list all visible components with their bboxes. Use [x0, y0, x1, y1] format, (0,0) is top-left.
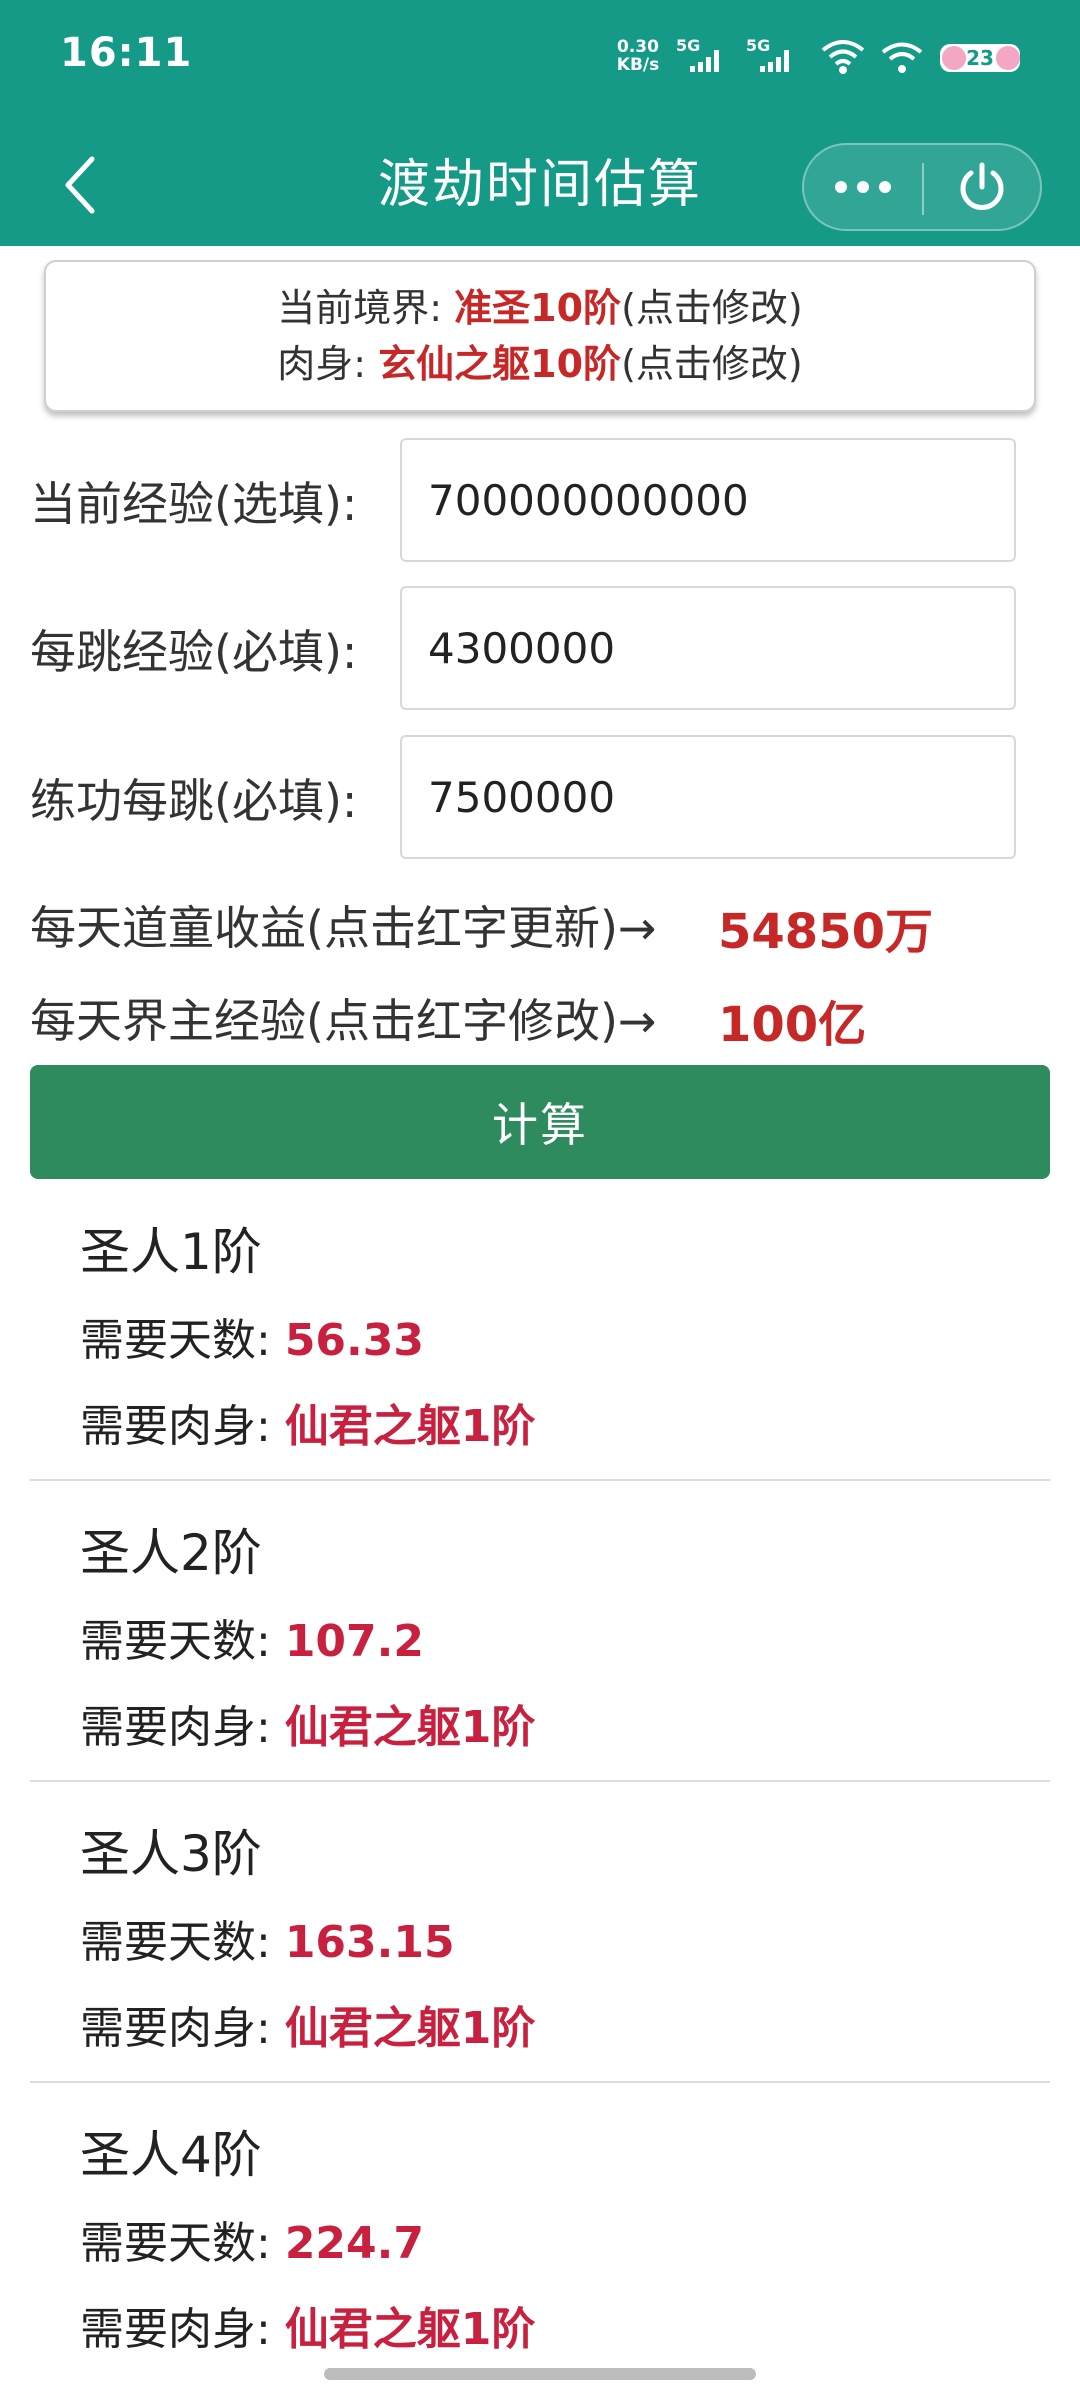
list-item: 圣人1阶 需要天数: 56.33 需要肉身: 仙君之躯1阶	[30, 1180, 1050, 1481]
result-body: 需要肉身: 仙君之躯1阶	[80, 2003, 536, 2054]
battery-decoration-icon	[996, 46, 1020, 70]
current-exp-label: 当前经验(选填):	[30, 477, 358, 531]
result-body: 需要肉身: 仙君之躯1阶	[80, 1702, 536, 1753]
wifi-icon	[821, 40, 865, 74]
list-item: 圣人2阶 需要天数: 107.2 需要肉身: 仙君之躯1阶	[30, 1481, 1050, 1782]
result-body: 需要肉身: 仙君之躯1阶	[80, 1401, 536, 1452]
jiezhu-exp-value[interactable]: 100亿	[718, 985, 866, 1055]
list-item: 圣人3阶 需要天数: 163.15 需要肉身: 仙君之躯1阶	[30, 1782, 1050, 2083]
result-title: 圣人4阶	[80, 2126, 262, 2184]
body-realm-line[interactable]: 肉身: 玄仙之躯10阶(点击修改)	[46, 336, 1034, 392]
result-days: 需要天数: 56.33	[80, 1315, 424, 1366]
wifi-hotspot-icon	[881, 42, 923, 73]
result-days: 需要天数: 107.2	[80, 1616, 424, 1667]
status-bar: 16:11 0.30 KB/s 5G 5G 23	[0, 0, 1080, 116]
per-tick-exp-row: 每跳经验(必填):	[30, 586, 1030, 710]
current-realm-line[interactable]: 当前境界: 准圣10阶(点击修改)	[46, 280, 1034, 336]
result-body: 需要肉身: 仙君之躯1阶	[80, 2304, 536, 2355]
more-dots-icon	[835, 181, 891, 193]
close-button[interactable]	[924, 145, 1040, 229]
app-header: 16:11 0.30 KB/s 5G 5G 23 渡劫时间估算	[0, 0, 1080, 246]
more-button[interactable]	[804, 145, 922, 229]
per-tick-exp-input[interactable]	[400, 586, 1016, 710]
daotong-income-row: 每天道童收益(点击红字更新)→ 54850万	[30, 892, 933, 960]
net-speed: 0.30 KB/s	[616, 37, 660, 75]
battery-decoration-icon	[942, 46, 966, 70]
practice-per-tick-label: 练功每跳(必填):	[30, 774, 358, 828]
list-item: 圣人4阶 需要天数: 224.7 需要肉身: 仙君之躯1阶	[30, 2083, 1050, 2384]
result-days: 需要天数: 224.7	[80, 2218, 424, 2269]
practice-per-tick-input[interactable]	[400, 735, 1016, 859]
mini-program-capsule	[802, 143, 1042, 231]
result-days: 需要天数: 163.15	[80, 1917, 455, 1968]
result-title: 圣人1阶	[80, 1223, 262, 1281]
current-exp-input[interactable]	[400, 438, 1016, 562]
body-realm-value[interactable]: 玄仙之躯10阶	[378, 342, 621, 386]
home-indicator[interactable]	[324, 2368, 756, 2380]
practice-per-tick-row: 练功每跳(必填):	[30, 735, 1030, 859]
calculate-button[interactable]: 计算	[30, 1065, 1050, 1179]
jiezhu-exp-row: 每天界主经验(点击红字修改)→ 100亿	[30, 985, 866, 1053]
current-exp-row: 当前经验(选填):	[30, 438, 1030, 562]
power-icon	[960, 162, 1004, 210]
realm-card: 当前境界: 准圣10阶(点击修改) 肉身: 玄仙之躯10阶(点击修改)	[44, 260, 1036, 412]
result-title: 圣人3阶	[80, 1825, 262, 1883]
result-title: 圣人2阶	[80, 1524, 262, 1582]
current-realm-value[interactable]: 准圣10阶	[454, 286, 621, 330]
results-list: 圣人1阶 需要天数: 56.33 需要肉身: 仙君之躯1阶 圣人2阶 需要天数:…	[30, 1180, 1050, 2384]
daotong-income-value[interactable]: 54850万	[718, 892, 933, 962]
status-time: 16:11	[60, 30, 193, 76]
per-tick-exp-label: 每跳经验(必填):	[30, 625, 358, 679]
